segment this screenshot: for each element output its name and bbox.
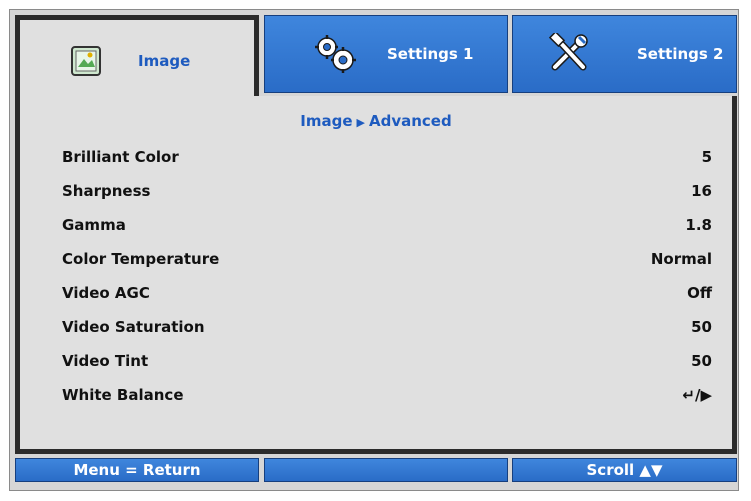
menu-row-white-balance[interactable]: White Balance ↵/▶	[62, 382, 712, 408]
row-value: Normal	[650, 250, 712, 268]
tab-settings-1[interactable]: Settings 1	[264, 15, 508, 93]
row-value: Off	[687, 284, 712, 302]
tab-settings-2[interactable]: Settings 2	[512, 15, 737, 93]
tab-label: Settings 1	[387, 45, 474, 63]
footer-menu-return: Menu = Return	[15, 458, 259, 482]
menu-row-video-agc[interactable]: Video AGC Off	[62, 280, 712, 306]
gears-icon	[313, 34, 357, 74]
row-label: Sharpness	[62, 182, 151, 200]
row-label: Gamma	[62, 216, 126, 234]
tools-icon	[549, 33, 591, 75]
breadcrumb-parent: Image	[300, 112, 353, 130]
row-label: Video Saturation	[62, 318, 205, 336]
row-label: Color Temperature	[62, 250, 220, 268]
row-value: 50	[691, 318, 712, 336]
menu-row-video-saturation[interactable]: Video Saturation 50	[62, 314, 712, 340]
menu-row-brilliant-color[interactable]: Brilliant Color 5	[62, 144, 712, 170]
footer-left-label: Menu = Return	[73, 461, 201, 479]
breadcrumb-separator: ▶	[356, 116, 365, 129]
menu-row-color-temperature[interactable]: Color Temperature Normal	[62, 246, 712, 272]
row-label: Video AGC	[62, 284, 150, 302]
footer-scroll: Scroll ▲▼	[512, 458, 737, 482]
row-value: 16	[691, 182, 712, 200]
row-label: Video Tint	[62, 352, 149, 370]
row-value: 5	[701, 148, 712, 166]
menu-row-sharpness[interactable]: Sharpness 16	[62, 178, 712, 204]
row-value: 1.8	[685, 216, 712, 234]
tab-label: Image	[138, 51, 191, 70]
menu-row-gamma[interactable]: Gamma 1.8	[62, 212, 712, 238]
footer-middle	[264, 458, 508, 482]
row-value: ↵/▶	[682, 386, 712, 404]
image-icon	[70, 45, 102, 77]
tab-image[interactable]: Image	[15, 15, 259, 101]
row-label: Brilliant Color	[62, 148, 179, 166]
row-label: White Balance	[62, 386, 184, 404]
tab-label: Settings 2	[637, 45, 724, 63]
breadcrumb: Image ▶ Advanced	[15, 112, 737, 130]
breadcrumb-current: Advanced	[368, 112, 452, 130]
footer-right-label: Scroll ▲▼	[586, 461, 663, 479]
row-value: 50	[691, 352, 712, 370]
menu-row-video-tint[interactable]: Video Tint 50	[62, 348, 712, 374]
